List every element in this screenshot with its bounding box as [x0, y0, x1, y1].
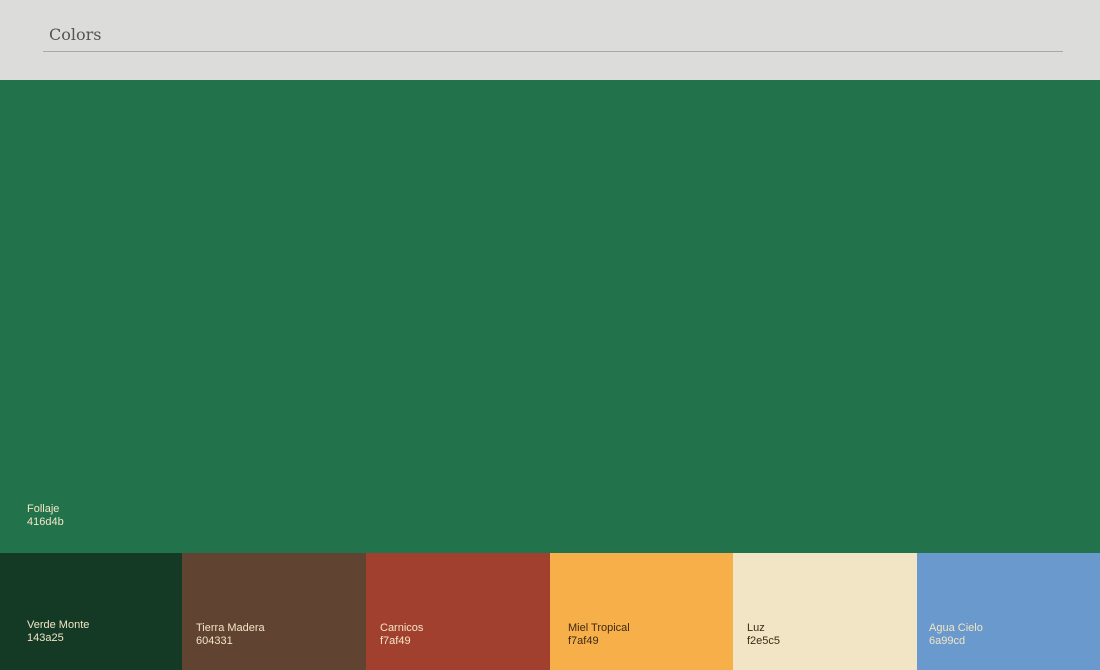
page-title: Colors [49, 25, 102, 44]
swatch-tile[interactable]: Miel Tropical f7af49 [550, 553, 733, 670]
swatch-name: Tierra Madera [196, 622, 265, 634]
header-bar: Colors [0, 0, 1100, 80]
swatch-label: Tierra Madera 604331 [196, 622, 265, 648]
swatch-name: Miel Tropical [568, 622, 630, 634]
swatch-label: Carnicos f7af49 [380, 622, 423, 648]
swatch-tile[interactable]: Tierra Madera 604331 [182, 553, 366, 670]
swatch-code: f7af49 [568, 635, 599, 647]
swatch-label: Verde Monte 143a25 [27, 619, 89, 645]
swatch-name: Verde Monte [27, 619, 90, 631]
swatch-tile[interactable]: Agua Cielo 6a99cd [917, 553, 1100, 670]
swatch-label: Agua Cielo 6a99cd [929, 622, 983, 648]
swatch-row: Verde Monte 143a25 Tierra Madera 604331 … [0, 553, 1100, 670]
swatch-tile[interactable]: Luz f2e5c5 [733, 553, 917, 670]
main-swatch-label: Follaje 416d4b [27, 503, 64, 529]
main-swatch-code: 416d4b [27, 516, 64, 528]
swatch-name: Carnicos [380, 622, 424, 634]
swatch-code: f2e5c5 [747, 635, 781, 647]
swatch-code: 6a99cd [929, 635, 966, 647]
swatch-code: 604331 [196, 635, 233, 647]
main-color-swatch[interactable]: Follaje 416d4b [0, 80, 1100, 553]
swatch-code: 143a25 [27, 632, 64, 644]
main-swatch-name: Follaje [27, 503, 60, 515]
swatch-name: Luz [747, 622, 765, 634]
swatch-name: Agua Cielo [929, 622, 983, 634]
swatch-tile[interactable]: Carnicos f7af49 [366, 553, 550, 670]
swatch-tile[interactable]: Verde Monte 143a25 [0, 553, 182, 670]
swatch-code: f7af49 [380, 635, 411, 647]
swatch-label: Luz f2e5c5 [747, 622, 780, 648]
header-divider [43, 51, 1063, 52]
swatch-label: Miel Tropical f7af49 [568, 622, 630, 648]
